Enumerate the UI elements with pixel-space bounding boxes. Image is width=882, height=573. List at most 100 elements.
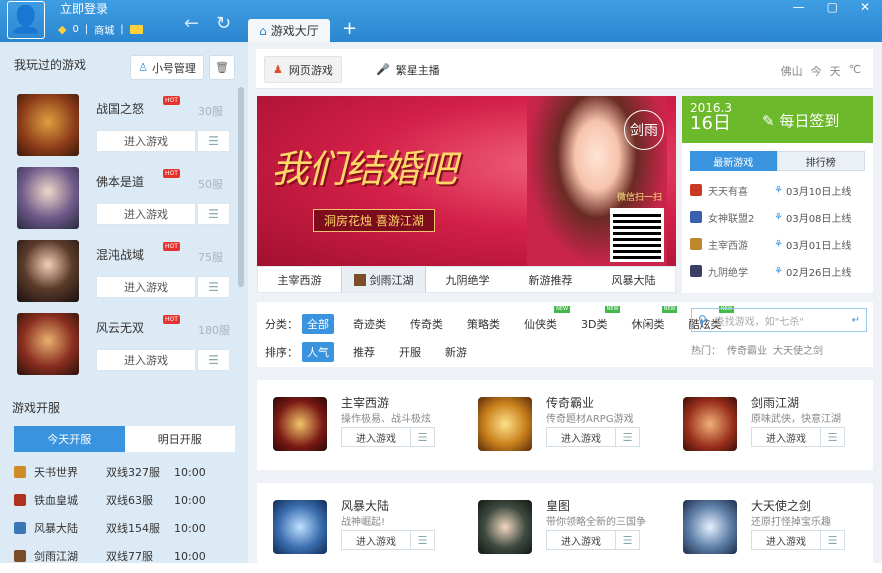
enter-game-button[interactable]: 进入游戏	[751, 427, 821, 447]
game-thumbnail[interactable]	[273, 500, 327, 554]
game-thumbnail[interactable]	[478, 500, 532, 554]
mail-icon[interactable]	[129, 25, 143, 34]
daily-signin[interactable]: 2016.3 16日 ✎ 每日签到	[682, 96, 873, 143]
game-thumbnail[interactable]	[683, 397, 737, 451]
list-icon[interactable]: ☰	[411, 530, 435, 550]
filter-chip[interactable]: 奇迹类	[348, 314, 391, 334]
banner-tab[interactable]: 九阴绝学	[426, 267, 509, 292]
game-name[interactable]: 风云无双	[96, 319, 144, 336]
enter-icon[interactable]: ↵	[852, 315, 860, 326]
back-icon[interactable]: ←	[184, 15, 199, 33]
game-icon	[14, 550, 26, 562]
weather-widget[interactable]: 佛山 今 天 ℃	[781, 63, 861, 79]
tab-game-hall[interactable]: ⌂ 游戏大厅	[248, 19, 330, 42]
tab-ranking[interactable]: 排行榜	[776, 151, 865, 171]
refresh-icon[interactable]: ↻	[216, 15, 231, 33]
game-thumbnail[interactable]	[683, 500, 737, 554]
game-name[interactable]: 佛本是道	[96, 173, 144, 190]
enter-game-button[interactable]: 进入游戏	[546, 427, 616, 447]
list-icon[interactable]: ☰	[197, 203, 230, 225]
minimize-icon[interactable]: —	[793, 0, 805, 14]
sort-chip-active[interactable]: 人气	[302, 342, 334, 362]
list-icon[interactable]: ☰	[616, 530, 640, 550]
list-icon[interactable]: ☰	[197, 349, 230, 371]
game-thumbnail[interactable]	[17, 240, 79, 302]
game-thumbnail[interactable]	[17, 167, 79, 229]
promo-banner[interactable]: 我们结婚吧 洞房花烛 喜游江湖 剑雨 微信扫一扫	[257, 96, 676, 266]
sort-chip[interactable]: 新游	[440, 342, 472, 362]
scrollbar[interactable]	[238, 87, 244, 287]
banner-tab[interactable]: 新游推荐	[509, 267, 592, 292]
filter-chip[interactable]: 休闲类	[626, 306, 678, 334]
list-item[interactable]: 天天有喜 ⚘ 03月10日上线	[690, 178, 868, 202]
game-thumbnail[interactable]	[17, 94, 79, 156]
login-link[interactable]: 立即登录	[60, 0, 108, 17]
enter-game-button[interactable]: 进入游戏	[96, 349, 196, 371]
tab-web-games[interactable]: ♟ 网页游戏	[264, 56, 342, 83]
game-thumbnail[interactable]	[273, 397, 327, 451]
enter-game-button[interactable]: 进入游戏	[546, 530, 616, 550]
maximize-icon[interactable]: ▢	[827, 0, 838, 14]
category-bar: ♟ 网页游戏 🎤 繁星主播 佛山 今 天 ℃	[256, 49, 873, 89]
list-item[interactable]: 风暴大陆 双线154服 10:00	[14, 515, 234, 541]
list-icon[interactable]: ☰	[821, 530, 845, 550]
gift-icon: ⚘	[774, 238, 783, 250]
enter-game-button[interactable]: 进入游戏	[751, 530, 821, 550]
banner-tab[interactable]: 风暴大陆	[592, 267, 675, 292]
list-item[interactable]: 铁血皇城 双线63服 10:00	[14, 487, 234, 513]
list-icon[interactable]: ☰	[821, 427, 845, 447]
signin-button[interactable]: ✎ 每日签到	[762, 110, 839, 131]
enter-game-button[interactable]: 进入游戏	[96, 130, 196, 152]
game-title[interactable]: 大天使之剑	[751, 497, 811, 514]
filter-chip[interactable]: 3D类	[576, 306, 622, 334]
filter-chip[interactable]: 策略类	[462, 314, 505, 334]
banner-tab[interactable]: 主宰西游	[258, 267, 341, 292]
list-item[interactable]: 女神联盟2 ⚘ 03月08日上线	[690, 205, 868, 229]
list-icon[interactable]: ☰	[197, 276, 230, 298]
game-thumbnail[interactable]	[478, 397, 532, 451]
list-item[interactable]: 主宰西游 ⚘ 03月01日上线	[690, 232, 868, 256]
enter-game-button[interactable]: 进入游戏	[341, 530, 411, 550]
game-name[interactable]: 战国之怒	[96, 100, 144, 117]
enter-game-button[interactable]: 进入游戏	[96, 276, 196, 298]
game-title[interactable]: 主宰西游	[341, 394, 389, 411]
played-game: 佛本是道 HOT 50服 进入游戏 ☰	[0, 163, 240, 237]
game-title[interactable]: 传奇霸业	[546, 394, 594, 411]
mall-link[interactable]: 商城	[94, 22, 114, 37]
list-icon[interactable]: ☰	[411, 427, 435, 447]
banner-tab-active[interactable]: 剑雨江湖	[341, 267, 426, 292]
hot-search-link[interactable]: 传奇霸业	[727, 342, 767, 357]
title-bar: 👤 立即登录 ◆ 0 | 商城 | ← ↻ ⌂ 游戏大厅 + — ▢ ✕	[0, 0, 882, 42]
sort-chip[interactable]: 开服	[394, 342, 426, 362]
sort-chip[interactable]: 推荐	[348, 342, 380, 362]
enter-game-button[interactable]: 进入游戏	[96, 203, 196, 225]
tab-live-streamers[interactable]: 🎤 繁星主播	[368, 56, 448, 83]
list-icon[interactable]: ☰	[616, 427, 640, 447]
game-title[interactable]: 剑雨江湖	[751, 394, 799, 411]
list-icon[interactable]: ☰	[197, 130, 230, 152]
search-input[interactable]: ⚲ 查找游戏，如"七杀" ↵	[691, 308, 867, 332]
hot-searches: 热门： 传奇霸业 大天使之剑	[691, 342, 823, 357]
game-name[interactable]: 混沌战域	[96, 246, 144, 263]
trash-icon[interactable]: 🗑	[209, 55, 235, 80]
account-bar: ◆ 0 | 商城 |	[58, 22, 143, 37]
tab-tomorrow[interactable]: 明日开服	[124, 426, 235, 452]
game-title[interactable]: 风暴大陆	[341, 497, 389, 514]
enter-game-button[interactable]: 进入游戏	[341, 427, 411, 447]
list-item[interactable]: 天书世界 双线327服 10:00	[14, 459, 234, 485]
sub-account-button[interactable]: ♙ 小号管理	[130, 55, 204, 80]
game-title[interactable]: 皇图	[546, 497, 570, 514]
tab-new-games[interactable]: 最新游戏	[690, 151, 777, 171]
filter-chip[interactable]: 仙侠类	[519, 306, 570, 334]
filter-chip-active[interactable]: 全部	[302, 314, 334, 334]
hot-search-link[interactable]: 大天使之剑	[773, 342, 823, 357]
list-item[interactable]: 剑雨江湖 双线77服 10:00	[14, 543, 234, 569]
tab-today[interactable]: 今天开服	[14, 426, 125, 452]
add-tab-button[interactable]: +	[342, 18, 357, 39]
avatar[interactable]: 👤	[7, 1, 45, 39]
game-server: 180服	[198, 324, 230, 337]
close-icon[interactable]: ✕	[860, 0, 870, 14]
filter-chip[interactable]: 传奇类	[405, 314, 448, 334]
game-thumbnail[interactable]	[17, 313, 79, 375]
list-item[interactable]: 九阴绝学 ⚘ 02月26日上线	[690, 259, 868, 283]
